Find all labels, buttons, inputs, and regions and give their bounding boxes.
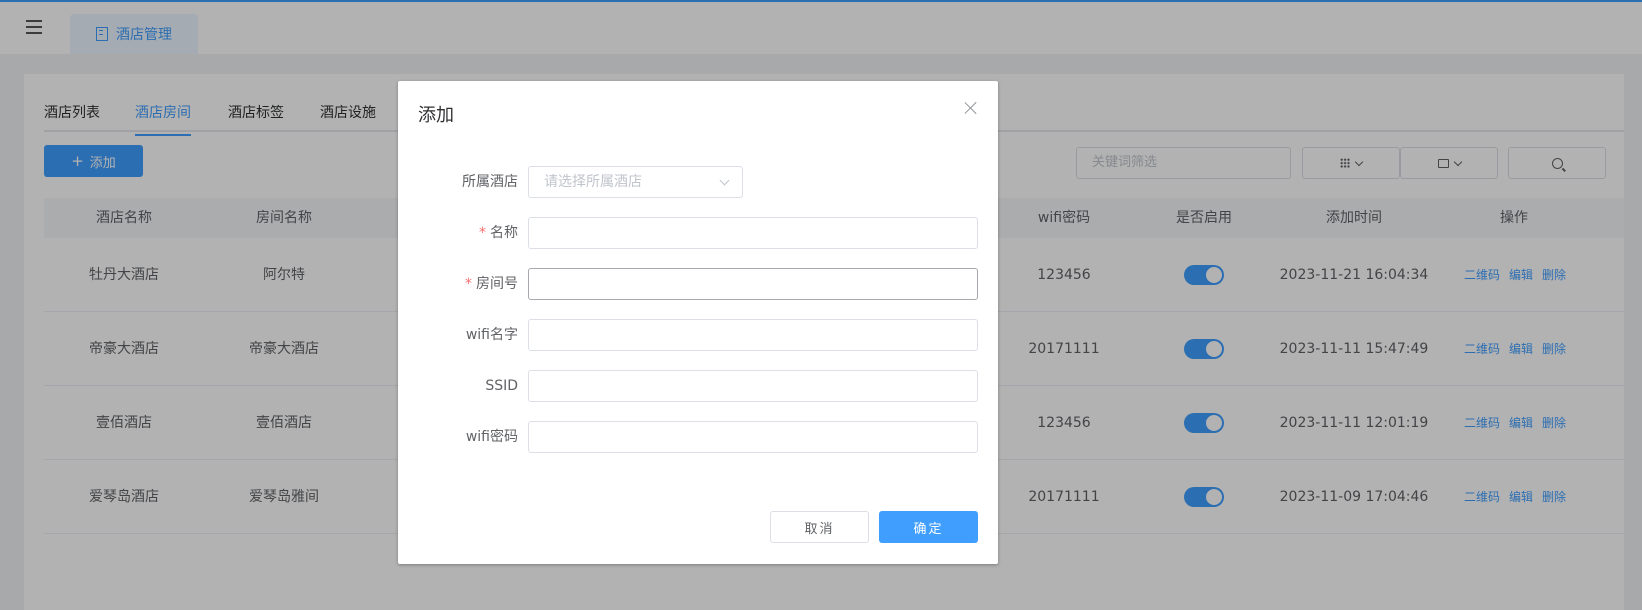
wifi-password-input[interactable] (528, 421, 978, 453)
close-icon[interactable] (964, 101, 978, 115)
hotel-label: 所属酒店 (462, 174, 518, 190)
name-label-text: 名称 (490, 225, 518, 241)
required-asterisk: * (479, 225, 486, 241)
wifi-name-input[interactable] (528, 319, 978, 351)
chevron-down-icon (719, 175, 730, 186)
dialog-title: 添加 (418, 105, 454, 126)
name-input[interactable] (528, 217, 978, 249)
room-number-input[interactable] (528, 268, 978, 300)
add-room-dialog: 添加 所属酒店 请选择所属酒店 * 名称 * 房间号 wifi名字 SSID wif… (398, 81, 998, 564)
hotel-select[interactable]: 请选择所属酒店 (528, 166, 743, 198)
room-number-label: * 房间号 (408, 268, 518, 300)
confirm-button[interactable]: 确定 (879, 511, 978, 543)
room-number-label-text: 房间号 (476, 276, 518, 292)
ssid-input[interactable] (528, 370, 978, 402)
required-asterisk: * (465, 276, 472, 292)
name-label: * 名称 (408, 217, 518, 249)
cancel-button[interactable]: 取消 (770, 511, 869, 543)
ssid-label: SSID (485, 378, 518, 394)
wifi-password-label: wifi密码 (465, 429, 518, 445)
hotel-select-placeholder: 请选择所属酒店 (544, 174, 642, 190)
wifi-name-label: wifi名字 (465, 327, 518, 343)
